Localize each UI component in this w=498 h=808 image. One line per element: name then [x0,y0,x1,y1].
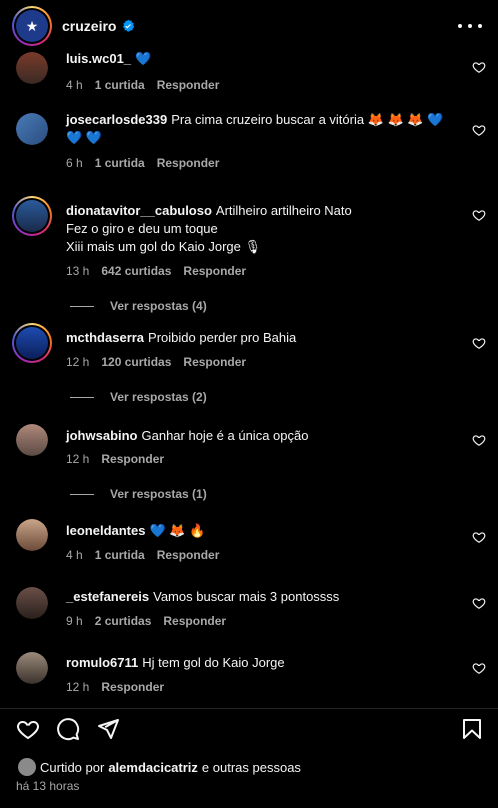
reply-button[interactable]: Responder [163,614,226,628]
heart-icon[interactable] [472,336,486,350]
comment-time: 6 h [66,156,83,170]
divider [70,493,94,495]
comment-time: 4 h [66,548,83,562]
comment-text-line2: Fez o giro e deu um toque [66,221,218,236]
comment-likes[interactable]: 642 curtidas [101,264,171,278]
heart-icon[interactable] [472,596,486,610]
verified-badge-icon [123,19,135,32]
avatar[interactable] [16,52,48,84]
reply-button[interactable]: Responder [101,452,164,466]
view-replies-label: Ver respostas (1) [110,487,207,501]
heart-icon[interactable] [472,661,486,675]
reply-button[interactable]: Responder [157,548,220,562]
divider [70,396,94,398]
liked-by-avatar [18,758,36,776]
comment-username[interactable]: mcthdaserra [66,330,144,345]
divider [70,305,94,307]
reply-button[interactable]: Responder [157,156,220,170]
liked-by: Curtido por alemdacicatriz e outras pess… [18,758,301,776]
comment-text: 💙 [135,51,152,66]
avatar[interactable] [16,587,48,619]
comment-username[interactable]: johwsabino [66,428,138,443]
comment-text-line3: Xiii mais um gol do Kaio Jorge 🎙 [66,239,261,254]
comment-username[interactable]: romulo6711 [66,655,138,670]
comment-time: 12 h [66,680,90,694]
comment-time: 9 h [66,614,83,628]
reply-button[interactable]: Responder [101,680,164,694]
heart-icon[interactable] [472,123,486,137]
avatar[interactable] [16,652,48,684]
comment-time: 13 h [66,264,90,278]
avatar[interactable] [16,113,48,145]
liked-by-suffix[interactable]: e outras pessoas [202,760,301,775]
comment-text: Ganhar hoje é a única opção [141,428,309,443]
comment-username[interactable]: luis.wc01_ [66,51,131,66]
comment-likes[interactable]: 1 curtida [95,548,145,562]
more-options-icon[interactable] [458,16,482,36]
comment-icon[interactable] [56,717,80,741]
avatar[interactable] [12,196,52,236]
comment-text: Vamos buscar mais 3 pontossss [153,589,340,604]
heart-icon[interactable] [472,530,486,544]
comment-likes[interactable]: 1 curtida [95,78,145,92]
post-timestamp: há 13 horas [16,779,80,793]
comment-username[interactable]: josecarlosde339 [66,112,167,127]
comments-list[interactable]: luis.wc01_ 💙 4 h 1 curtida Responder jose… [0,0,498,708]
share-icon[interactable] [96,717,120,741]
view-replies-label: Ver respostas (4) [110,299,207,313]
view-replies-button[interactable]: Ver respostas (2) [70,390,207,404]
avatar[interactable] [16,519,48,551]
comment-likes[interactable]: 2 curtidas [95,614,152,628]
comment-likes[interactable]: 1 curtida [95,156,145,170]
reply-button[interactable]: Responder [157,78,220,92]
comment-time: 4 h [66,78,83,92]
comment-likes[interactable]: 120 curtidas [101,355,171,369]
heart-icon[interactable] [472,208,486,222]
comment-text: Artilheiro artilheiro Nato [215,203,352,218]
comment-text: Proibido perder pro Bahia [148,330,297,345]
reply-button[interactable]: Responder [183,264,246,278]
profile-username[interactable]: cruzeiro [62,18,116,34]
heart-icon[interactable] [472,433,486,447]
profile-avatar[interactable]: ★ [12,6,52,46]
avatar[interactable] [12,323,52,363]
comment-text: Hj tem gol do Kaio Jorge [142,655,285,670]
avatar[interactable] [16,424,48,456]
comment-username[interactable]: leoneldantes [66,523,145,538]
comment-time: 12 h [66,452,90,466]
view-replies-button[interactable]: Ver respostas (4) [70,299,207,313]
comment-username[interactable]: _estefanereis [66,589,149,604]
comment-text: 💙 🦊 🔥 [149,523,206,538]
liked-by-user[interactable]: alemdacicatriz [108,760,198,775]
heart-icon[interactable] [472,60,486,74]
like-heart-icon[interactable] [16,717,40,741]
view-replies-button[interactable]: Ver respostas (1) [70,487,207,501]
save-bookmark-icon[interactable] [460,717,484,741]
comment-time: 12 h [66,355,90,369]
post-header: ★ cruzeiro [0,0,498,52]
cruzeiro-logo: ★ [16,10,48,42]
liked-by-prefix: Curtido por [40,759,105,775]
reply-button[interactable]: Responder [183,355,246,369]
comment-username[interactable]: dionatavitor__cabuloso [66,203,212,218]
view-replies-label: Ver respostas (2) [110,390,207,404]
